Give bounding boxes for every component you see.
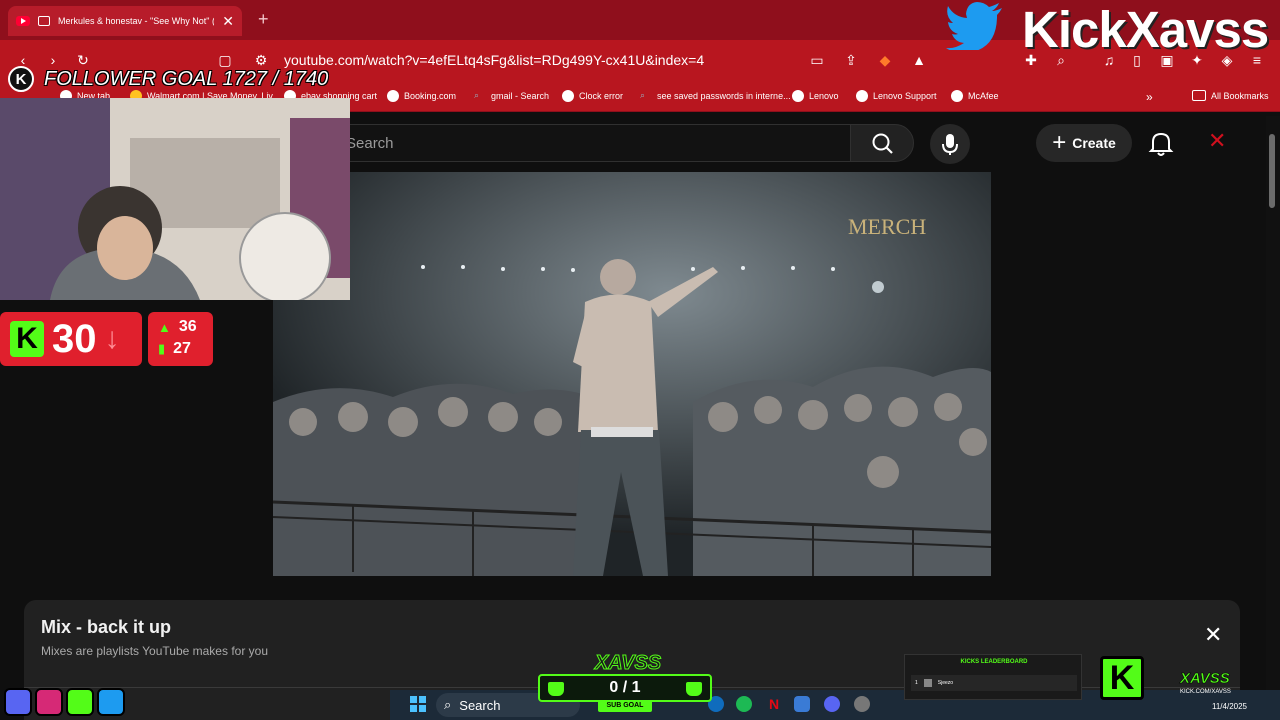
leaderboard-title: KICKS LEADERBOARD (960, 659, 1028, 665)
badge-url: KICK.COM/XAVSS (1180, 689, 1231, 695)
kick-count: 30 (52, 316, 97, 361)
app-icon[interactable] (854, 696, 870, 712)
globe-icon (792, 90, 804, 102)
discord-icon[interactable] (824, 696, 840, 712)
photos-icon[interactable] (794, 696, 810, 712)
mix-subtitle: Mixes are playlists YouTube makes for yo… (41, 644, 268, 658)
bell-icon (1148, 132, 1174, 156)
xavss-badge: K XAVSS KICK.COM/XAVSS (1100, 656, 1270, 702)
mix-title[interactable]: Mix - back it up (41, 617, 171, 638)
badge-name: XAVSS (1180, 670, 1230, 688)
sub-goal-widget: XAVSS 0 / 1 SUB GOAL (538, 652, 712, 712)
globe-icon (951, 90, 963, 102)
search-icon (872, 133, 893, 154)
kick-logo-icon: K (10, 321, 44, 357)
instagram-icon (35, 688, 63, 716)
create-button[interactable]: + Create (1036, 124, 1132, 162)
rewards-icon[interactable]: ▲ (910, 52, 928, 70)
browser-tab[interactable]: Merkules & honestav - "See Why Not" (Off… (8, 6, 242, 36)
kicks-leaderboard: KICKS LEADERBOARD 1 Sjeezo (904, 654, 1082, 700)
microphone-icon (942, 134, 958, 155)
bookmark-item[interactable]: Lenovo (792, 90, 839, 102)
folder-icon (1192, 90, 1206, 101)
search-placeholder: Search (346, 135, 394, 152)
cast-icon[interactable]: ▭ (808, 52, 826, 70)
kick-icon (66, 688, 94, 716)
search-icon: ⌕ (444, 697, 452, 712)
close-icon[interactable]: ✕ (1208, 128, 1226, 154)
sub-goal-brand: XAVSS (594, 652, 662, 675)
bookmark-item[interactable]: ⌕ gmail - Search (474, 90, 549, 102)
tab-title: Merkules & honestav - "See Why Not" (Off… (58, 16, 214, 26)
bookmark-item[interactable]: ⌕ see saved passwords in interne... (640, 90, 791, 102)
more-bookmarks-icon[interactable]: » (1146, 90, 1153, 104)
tab-media-icon (38, 16, 50, 26)
kick-icon: K (8, 66, 34, 92)
notifications-button[interactable] (1148, 128, 1174, 158)
sub-goal-count: 0 / 1 (609, 679, 641, 696)
plus-icon: + (1052, 129, 1067, 156)
bookmark-item[interactable]: McAfee (951, 90, 999, 102)
kick-logo-icon: K (1100, 656, 1144, 700)
arrow-down-icon: ↓ (104, 322, 120, 355)
youtube-favicon (16, 16, 30, 26)
stat-bars: ▮ 27 (158, 340, 191, 357)
streamer-webcam (0, 98, 350, 300)
webcam-feed (0, 98, 350, 300)
scrollbar-thumb[interactable] (1269, 134, 1275, 208)
new-tab-button[interactable]: + (258, 9, 269, 30)
all-bookmarks[interactable]: All Bookmarks (1192, 90, 1269, 101)
twitter-bird-icon (946, 2, 1004, 54)
merch-sign: MERCH (848, 214, 926, 239)
twitter-icon (97, 688, 125, 716)
taskbar-date[interactable]: 11/4/2025 (1212, 702, 1247, 711)
globe-icon (387, 90, 399, 102)
share-icon[interactable]: ⇪ (842, 52, 860, 70)
search-icon: ⌕ (640, 90, 646, 100)
search-input[interactable] (330, 124, 850, 162)
sub-goal-label: SUB GOAL (598, 700, 652, 712)
discord-icon (4, 688, 32, 716)
address-bar[interactable]: youtube.com/watch?v=4efELtq4sFg&list=RDg… (284, 52, 704, 68)
social-icons (4, 688, 125, 716)
search-button[interactable] (850, 124, 914, 162)
bar-chart-icon: ▮ (158, 341, 166, 356)
globe-icon (562, 90, 574, 102)
netflix-icon[interactable]: N (766, 696, 782, 712)
kickxavss-banner: KickXavss (1022, 1, 1269, 58)
close-mix-button[interactable]: ✕ (1204, 622, 1222, 648)
brave-shield-icon[interactable]: ◆ (876, 52, 894, 70)
follower-goal-text: FOLLOWER GOAL 1727 / 1740 (44, 67, 329, 90)
kick-counter: K 30 ↓ (0, 312, 142, 366)
bookmark-item[interactable]: Booking.com (387, 90, 456, 102)
tab-close-icon[interactable]: ✕ (222, 13, 234, 30)
leaderboard-row: 1 Sjeezo (911, 675, 1077, 691)
spotify-icon[interactable] (736, 696, 752, 712)
triangle-up-icon: ▲ (158, 319, 171, 335)
leaderboard-rank: 1 (915, 680, 918, 686)
concert-video-frame: MERCH (273, 172, 991, 576)
globe-icon (856, 90, 868, 102)
search-icon: ⌕ (474, 90, 480, 100)
bookmark-item[interactable]: Lenovo Support (856, 90, 937, 102)
avatar (923, 679, 932, 687)
stat-up: ▲ 36 (158, 318, 197, 335)
follower-goal: K FOLLOWER GOAL 1727 / 1740 (0, 64, 330, 94)
voice-search-button[interactable] (930, 124, 970, 164)
bookmark-item[interactable]: Clock error (562, 90, 623, 102)
video-player[interactable]: MERCH (273, 172, 991, 576)
windows-start-icon[interactable] (410, 696, 426, 712)
leaderboard-user: Sjeezo (937, 680, 954, 686)
